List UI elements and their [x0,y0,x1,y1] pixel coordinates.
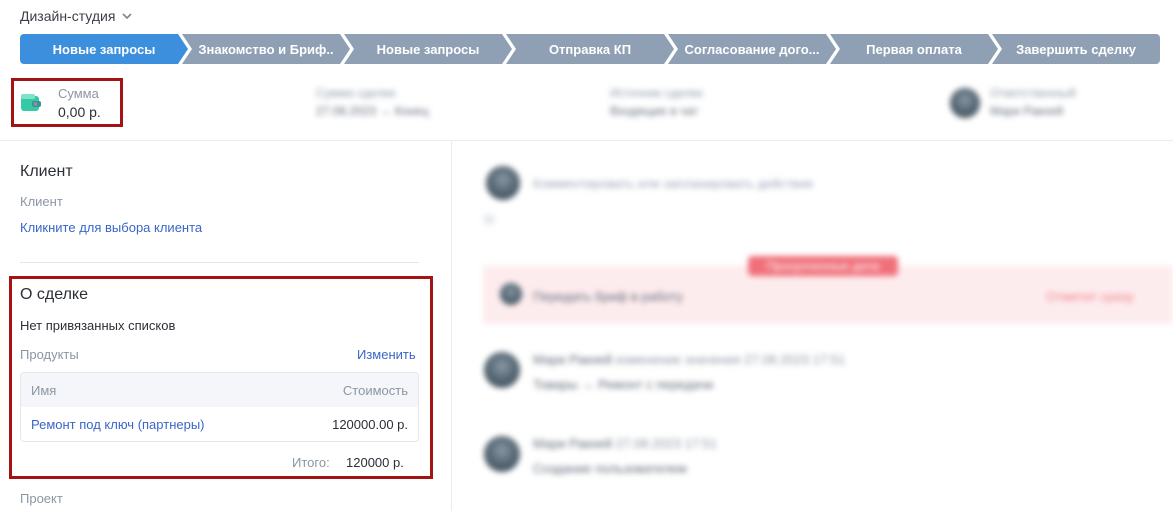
comment-input[interactable]: Комментировать или запланировать действи… [533,176,813,191]
client-field-label: Клиент [20,194,63,209]
task-avatar [500,283,522,305]
select-client-link[interactable]: Кликните для выбора клиента [20,220,202,235]
entry2-text: Создание пользователем [533,461,687,476]
stage-new-requests-2[interactable]: Новые запросы [344,34,512,64]
amount-value: 0,00 р. [58,104,101,120]
products-table: Имя Стоимость Ремонт под ключ (партнеры)… [20,372,419,442]
summary-divider [0,140,1173,141]
edit-products-link[interactable]: Изменить [357,347,416,362]
total-value: 120000 р. [346,455,404,470]
stage-contract[interactable]: Согласование дого... [668,34,836,64]
stage-new-requests[interactable]: Новые запросы [20,34,188,64]
client-separator [20,262,419,263]
products-label: Продукты [20,347,79,362]
table-header: Имя Стоимость [21,373,418,407]
pipeline-stages: Новые запросы Знакомство и Бриф.. Новые … [20,34,1160,64]
entry2-avatar [484,436,520,472]
project-label: Проект [20,491,63,506]
workspace-name: Дизайн-студия [20,8,116,24]
table-row: Ремонт под ключ (партнеры) 120000.00 р. [21,407,418,441]
workspace-selector[interactable]: Дизайн-студия [20,8,133,24]
task-action[interactable]: Отметит сразу [1046,289,1134,304]
wallet-icon [21,94,41,111]
chevron-down-icon [122,13,132,20]
client-section-title: Клиент [20,163,73,180]
filter-icon[interactable]: ▾ [486,212,493,228]
deal-owner: Ответственный Мари Ракней [990,86,1076,118]
overdue-badge: Просроченные дела [748,256,898,276]
amount-label: Сумма [58,86,99,101]
entry1-text: Товары → Ремонт с передачи [533,377,714,392]
deal-period: Сумма сделки 27.08.2023 → Конец [316,86,429,118]
entry1-avatar [484,352,520,388]
no-lists-text: Нет привязанных списков [20,318,176,333]
stage-send-offer[interactable]: Отправка КП [506,34,674,64]
column-cost-header: Стоимость [342,382,408,398]
deal-source: Источник сделки Входящие в чат [610,86,703,118]
stage-first-payment[interactable]: Первая оплата [830,34,998,64]
task-text: Передать бриф в работу [533,289,683,304]
owner-avatar [950,88,980,118]
entry1-header: Мари Ракней изменение значения 27.08.202… [533,352,846,367]
feed-user-avatar [486,166,520,200]
deal-section-title: О сделке [20,286,89,303]
product-link[interactable]: Ремонт под ключ (партнеры) [31,417,205,432]
stage-close-deal[interactable]: Завершить сделку [992,34,1160,64]
column-name-header: Имя [31,382,57,398]
entry2-header: Мари Ракней 27.08.2023 17:51 [533,436,717,451]
product-cost: 120000.00 р. [332,417,408,432]
total-label: Итого: [292,455,330,470]
stage-intro-brief[interactable]: Знакомство и Бриф.. [182,34,350,64]
column-divider [451,141,452,511]
